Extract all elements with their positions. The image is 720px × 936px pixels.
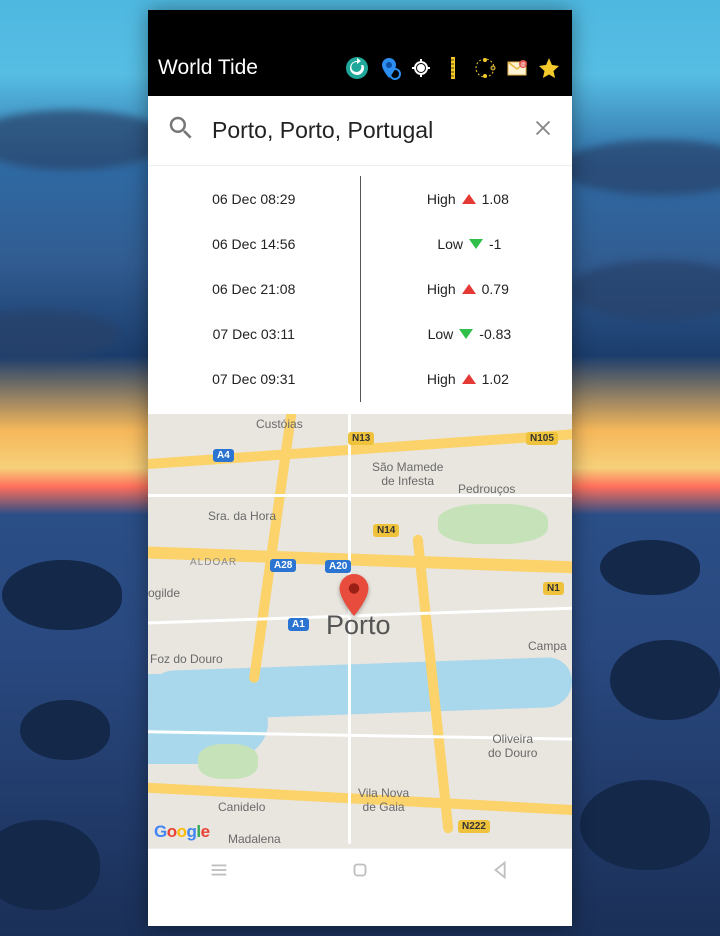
gps-target-icon[interactable] [408, 55, 434, 81]
system-nav-bar [148, 848, 572, 896]
star-icon[interactable] [536, 55, 562, 81]
road-shield: N105 [526, 432, 558, 445]
trend-up-icon [462, 194, 476, 204]
recent-apps-button[interactable] [208, 859, 230, 886]
road-shield: N13 [348, 432, 374, 445]
wallpaper-cloud [570, 260, 720, 320]
road-shield: A20 [325, 560, 351, 573]
tide-height: -1 [489, 236, 501, 252]
wallpaper-cloud [0, 110, 170, 170]
road-shield: N1 [543, 582, 564, 595]
map-label: ogilde [148, 586, 180, 600]
tide-time: 07 Dec 03:11 [148, 312, 360, 357]
trend-up-icon [462, 284, 476, 294]
wallpaper-rock [600, 540, 700, 595]
refresh-icon[interactable] [344, 55, 370, 81]
tide-values-column: High 1.08 Low -1 High 0.79 Low -0.83 Hig… [361, 176, 573, 402]
road-shield: N222 [458, 820, 490, 833]
map-label: Custóias [256, 417, 303, 431]
toolbar: @ [344, 55, 562, 81]
tide-value: High 1.02 [361, 357, 573, 402]
road-shield: N14 [373, 524, 399, 537]
status-bar [148, 10, 572, 40]
home-button[interactable] [349, 859, 371, 886]
tide-table[interactable]: 06 Dec 08:29 06 Dec 14:56 06 Dec 21:08 0… [148, 166, 572, 414]
tide-time: 06 Dec 08:29 [148, 176, 360, 221]
tide-height: 1.02 [482, 371, 509, 387]
search-input[interactable] [212, 117, 516, 144]
google-attribution: Google [154, 822, 210, 842]
tide-time: 06 Dec 14:56 [148, 221, 360, 266]
tide-times-column: 06 Dec 08:29 06 Dec 14:56 06 Dec 21:08 0… [148, 176, 360, 402]
tide-time: 06 Dec 21:08 [148, 266, 360, 311]
map-label: Sra. da Hora [208, 509, 276, 523]
app-window: World Tide @ [148, 10, 572, 926]
ruler-icon[interactable] [440, 55, 466, 81]
map-label: Madalena [228, 832, 281, 846]
clear-search-icon[interactable] [532, 117, 554, 144]
wallpaper-rock [2, 560, 122, 630]
map-marker-icon[interactable] [338, 574, 370, 621]
trend-up-icon [462, 374, 476, 384]
wallpaper-rock [0, 820, 100, 910]
wallpaper-cloud [560, 140, 720, 195]
tide-value: Low -0.83 [361, 312, 573, 357]
tide-label: Low [431, 236, 463, 252]
map-park [438, 504, 548, 544]
svg-text:@: @ [520, 62, 525, 68]
map-label: Oliveirado Douro [488, 732, 537, 760]
tide-value: Low -1 [361, 221, 573, 266]
tide-height: -0.83 [479, 326, 511, 342]
tide-height: 0.79 [482, 281, 509, 297]
back-button[interactable] [490, 859, 512, 886]
app-title: World Tide [158, 56, 258, 80]
tide-label: Low [421, 326, 453, 342]
road-shield: A28 [270, 559, 296, 572]
tide-label: High [424, 191, 456, 207]
tide-time: 07 Dec 09:31 [148, 357, 360, 402]
wallpaper-rock [610, 640, 720, 720]
location-pin-icon[interactable] [376, 55, 402, 81]
tide-value: High 0.79 [361, 266, 573, 311]
mail-icon[interactable]: @ [504, 55, 530, 81]
map-view[interactable]: A4 A28 A20 A1 N13 N105 N14 N1 N222 Custó… [148, 414, 572, 848]
map-label: São Mamedede Infesta [372, 460, 443, 488]
wallpaper-rock [20, 700, 110, 760]
trend-down-icon [469, 239, 483, 249]
title-bar: World Tide @ [148, 40, 572, 96]
tide-label: High [424, 371, 456, 387]
map-label: Campa [528, 639, 567, 653]
search-icon[interactable] [166, 113, 196, 148]
wallpaper-rock [580, 780, 710, 870]
map-label: ALDOAR [190, 557, 237, 568]
moon-phase-icon[interactable] [472, 55, 498, 81]
road-shield: A4 [213, 449, 234, 462]
map-park [198, 744, 258, 779]
search-bar [148, 96, 572, 166]
tide-value: High 1.08 [361, 176, 573, 221]
map-label: Vila Novade Gaia [358, 786, 409, 814]
tide-height: 1.08 [482, 191, 509, 207]
map-label: Pedrouços [458, 482, 515, 496]
map-label: Canidelo [218, 800, 265, 814]
map-label: Foz do Douro [150, 652, 223, 666]
wallpaper-cloud [0, 310, 120, 360]
tide-label: High [424, 281, 456, 297]
road-shield: A1 [288, 618, 309, 631]
trend-down-icon [459, 329, 473, 339]
